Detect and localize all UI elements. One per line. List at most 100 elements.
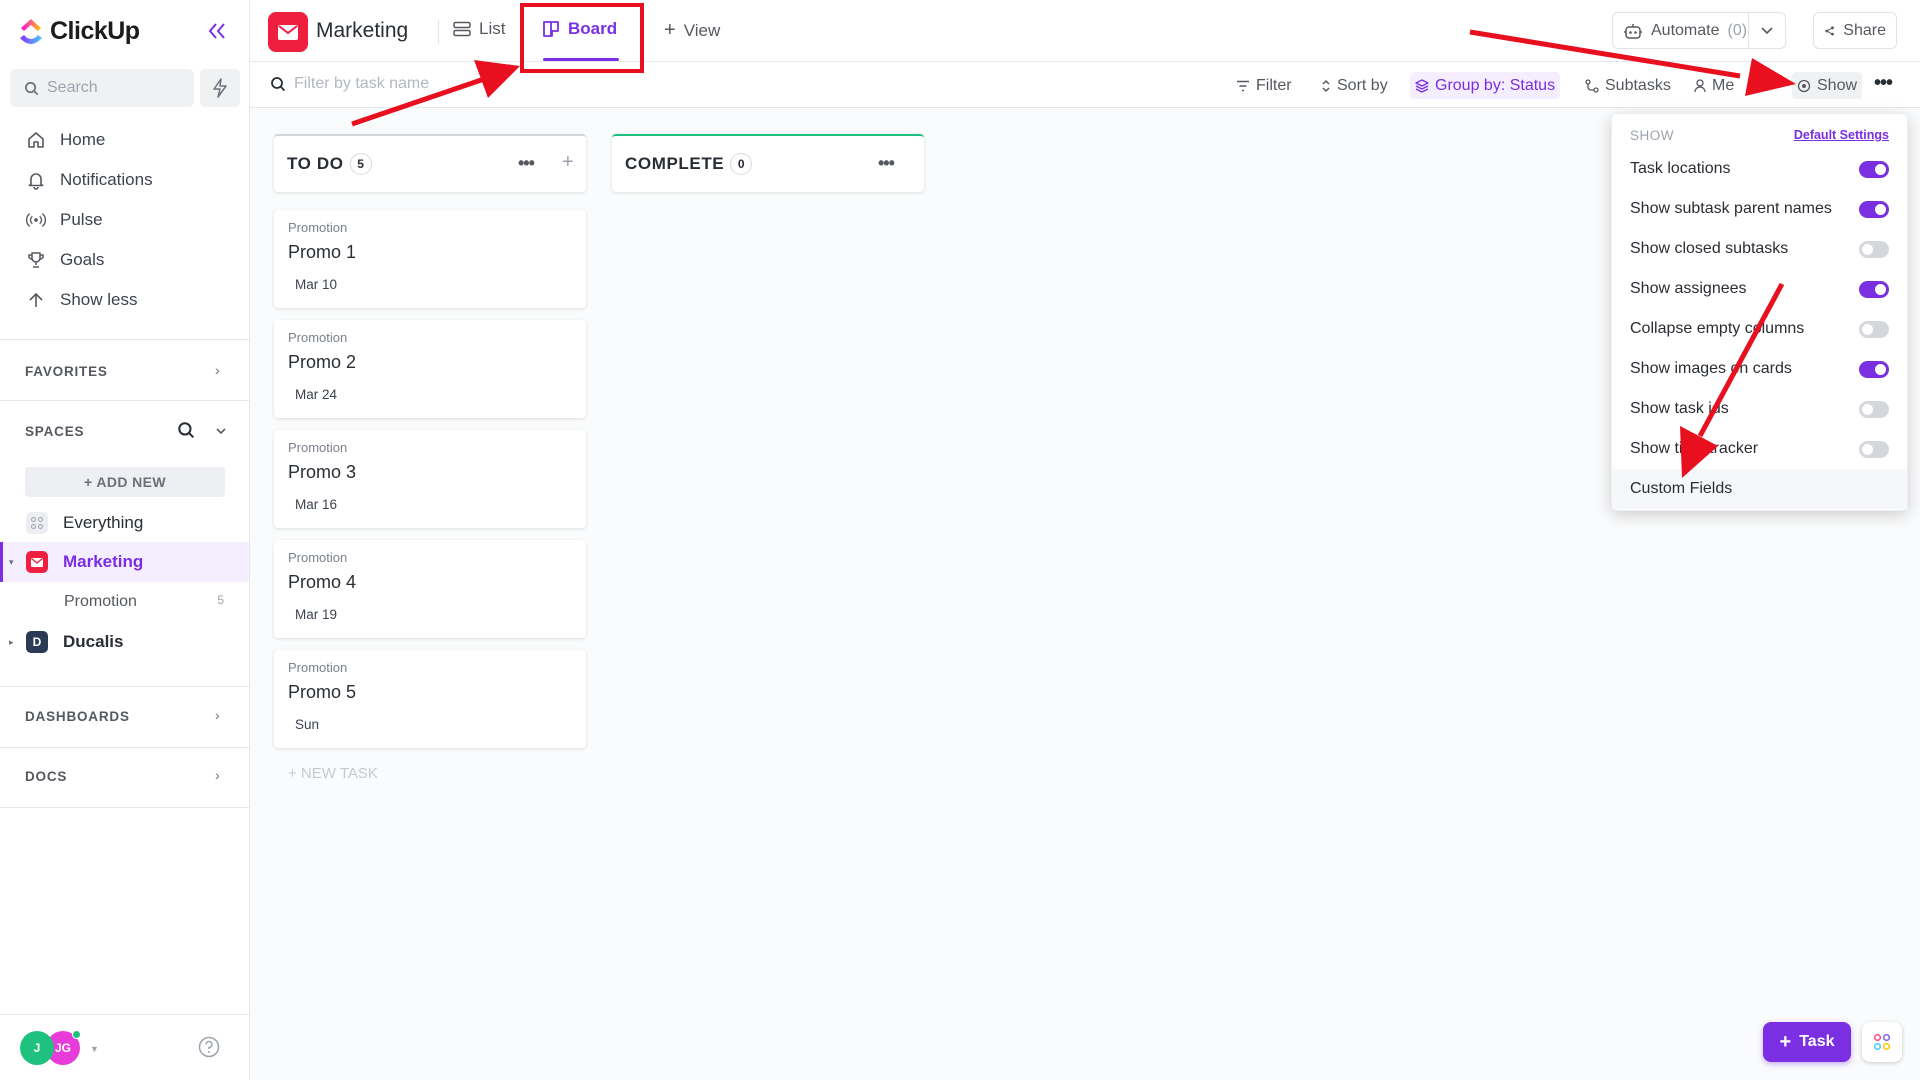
task-location[interactable]: Promotion — [288, 550, 347, 565]
new-task-fab[interactable]: + Task — [1763, 1022, 1851, 1062]
toggle-switch[interactable] — [1859, 401, 1889, 418]
sidebar-item-pulse[interactable]: Pulse — [26, 205, 103, 235]
option-label: Collapse empty columns — [1630, 320, 1805, 337]
default-settings-link[interactable]: Default Settings — [1794, 128, 1889, 142]
sidebar-item-home[interactable]: Home — [26, 125, 105, 155]
option-subtask-parent-names[interactable]: Show subtask parent names — [1612, 189, 1907, 229]
task-card[interactable]: Promotion Promo 1 Mar 10 — [274, 210, 586, 308]
column-menu-icon[interactable]: ••• — [518, 153, 535, 174]
filter-label: Filter — [1256, 76, 1292, 94]
assignees-icon[interactable]: • ◯ — [1752, 77, 1773, 91]
share-button[interactable]: Share — [1813, 12, 1897, 49]
option-custom-fields[interactable]: Custom Fields — [1612, 469, 1907, 509]
task-location[interactable]: Promotion — [288, 330, 347, 345]
space-icon[interactable] — [268, 12, 308, 52]
apps-button[interactable] — [1862, 1022, 1902, 1062]
chevron-right-icon[interactable]: › — [215, 767, 220, 783]
avatar[interactable]: J — [20, 1031, 54, 1065]
automate-button[interactable]: Automate (0) — [1612, 12, 1786, 49]
dashboards-heading[interactable]: DASHBOARDS — [25, 709, 130, 724]
new-task-button[interactable]: + NEW TASK — [288, 765, 378, 782]
me-filter-button[interactable]: Me — [1689, 72, 1739, 99]
task-due-date[interactable]: Mar 24 — [295, 387, 337, 402]
toggle-switch[interactable] — [1859, 321, 1889, 338]
share-icon — [1825, 25, 1834, 36]
task-filter-input[interactable]: Filter by task name — [270, 75, 429, 93]
layers-icon — [1415, 78, 1429, 93]
clickup-logo[interactable]: ClickUp — [18, 16, 140, 46]
task-due-date[interactable]: Mar 16 — [295, 497, 337, 512]
tab-label: View — [683, 20, 721, 40]
column-header-todo[interactable]: TO DO 5 ••• + — [274, 134, 586, 192]
favorites-heading[interactable]: FAVORITES — [25, 364, 108, 379]
show-label: Show — [1817, 76, 1858, 94]
sidebar-item-show-less[interactable]: Show less — [26, 285, 137, 315]
sidebar-item-goals[interactable]: Goals — [26, 245, 104, 275]
caret-down-icon[interactable]: ▾ — [9, 557, 14, 568]
help-icon[interactable] — [198, 1036, 220, 1063]
task-card[interactable]: Promotion Promo 5 Sun — [274, 650, 586, 748]
task-location[interactable]: Promotion — [288, 220, 347, 235]
task-card[interactable]: Promotion Promo 2 Mar 24 — [274, 320, 586, 418]
sidebar-item-label: Notifications — [60, 170, 153, 189]
add-task-icon[interactable]: + — [562, 151, 574, 174]
quick-actions-button[interactable] — [200, 69, 240, 107]
group-by-button[interactable]: Group by: Status — [1410, 72, 1561, 99]
option-images-on-cards[interactable]: Show images on cards — [1612, 349, 1907, 389]
sidebar-footer: J JG ▼ — [0, 1014, 250, 1080]
search-spaces-icon[interactable] — [177, 421, 195, 444]
task-name[interactable]: Promo 1 — [288, 242, 356, 263]
sidebar-item-everything[interactable]: Everything — [0, 503, 249, 543]
task-name[interactable]: Promo 5 — [288, 682, 356, 703]
chevron-down-icon[interactable] — [215, 424, 227, 442]
show-button[interactable]: Show — [1792, 72, 1863, 99]
sidebar-item-marketing[interactable]: ▾ Marketing — [0, 542, 249, 582]
search-icon — [271, 77, 286, 92]
option-closed-subtasks[interactable]: Show closed subtasks — [1612, 229, 1907, 269]
menu-heading: SHOW — [1630, 128, 1674, 143]
toggle-switch[interactable] — [1859, 361, 1889, 378]
task-due-date[interactable]: Sun — [295, 717, 319, 732]
option-collapse-empty-columns[interactable]: Collapse empty columns — [1612, 309, 1907, 349]
chevron-down-icon[interactable] — [1760, 25, 1774, 37]
option-time-tracker[interactable]: Show time tracker — [1612, 429, 1907, 469]
column-header-complete[interactable]: COMPLETE 0 ••• — [612, 134, 924, 192]
column-menu-icon[interactable]: ••• — [878, 153, 895, 174]
toggle-switch[interactable] — [1859, 241, 1889, 258]
sidebar-item-notifications[interactable]: Notifications — [26, 165, 153, 195]
more-options-icon[interactable]: ••• — [1874, 72, 1893, 95]
task-card[interactable]: Promotion Promo 3 Mar 16 — [274, 430, 586, 528]
toggle-switch[interactable] — [1859, 281, 1889, 298]
task-location[interactable]: Promotion — [288, 660, 347, 675]
toggle-switch[interactable] — [1859, 201, 1889, 218]
subtasks-button[interactable]: Subtasks — [1580, 72, 1676, 99]
caret-right-icon[interactable]: ▸ — [9, 637, 14, 648]
task-name[interactable]: Promo 4 — [288, 572, 356, 593]
filter-button[interactable]: Filter — [1231, 72, 1297, 99]
option-label: Show time tracker — [1630, 440, 1759, 457]
option-assignees[interactable]: Show assignees — [1612, 269, 1907, 309]
sidebar-search-input[interactable]: Search — [10, 69, 194, 107]
task-name[interactable]: Promo 2 — [288, 352, 356, 373]
chevron-right-icon[interactable]: › — [215, 362, 220, 378]
task-due-date[interactable]: Mar 19 — [295, 607, 337, 622]
task-due-date[interactable]: Mar 10 — [295, 277, 337, 292]
option-task-ids[interactable]: Show task ids — [1612, 389, 1907, 429]
sort-button[interactable]: Sort by — [1316, 72, 1393, 99]
add-new-space-button[interactable]: + ADD NEW — [25, 467, 225, 497]
task-card[interactable]: Promotion Promo 4 Mar 19 — [274, 540, 586, 638]
sidebar-list-promotion[interactable]: Promotion 5 — [64, 593, 224, 611]
double-chevron-left-icon — [208, 23, 225, 39]
add-view-button[interactable]: + View — [664, 19, 720, 42]
task-location[interactable]: Promotion — [288, 440, 347, 455]
toggle-switch[interactable] — [1859, 441, 1889, 458]
caret-down-icon[interactable]: ▼ — [90, 1044, 99, 1054]
tab-list[interactable]: List — [453, 19, 505, 39]
docs-heading[interactable]: DOCS — [25, 769, 67, 784]
toggle-switch[interactable] — [1859, 161, 1889, 178]
sidebar-item-ducalis[interactable]: ▸ D Ducalis — [0, 622, 249, 662]
task-name[interactable]: Promo 3 — [288, 462, 356, 483]
chevron-right-icon[interactable]: › — [215, 707, 220, 723]
option-task-locations[interactable]: Task locations — [1612, 149, 1907, 189]
collapse-sidebar-button[interactable] — [204, 18, 230, 44]
